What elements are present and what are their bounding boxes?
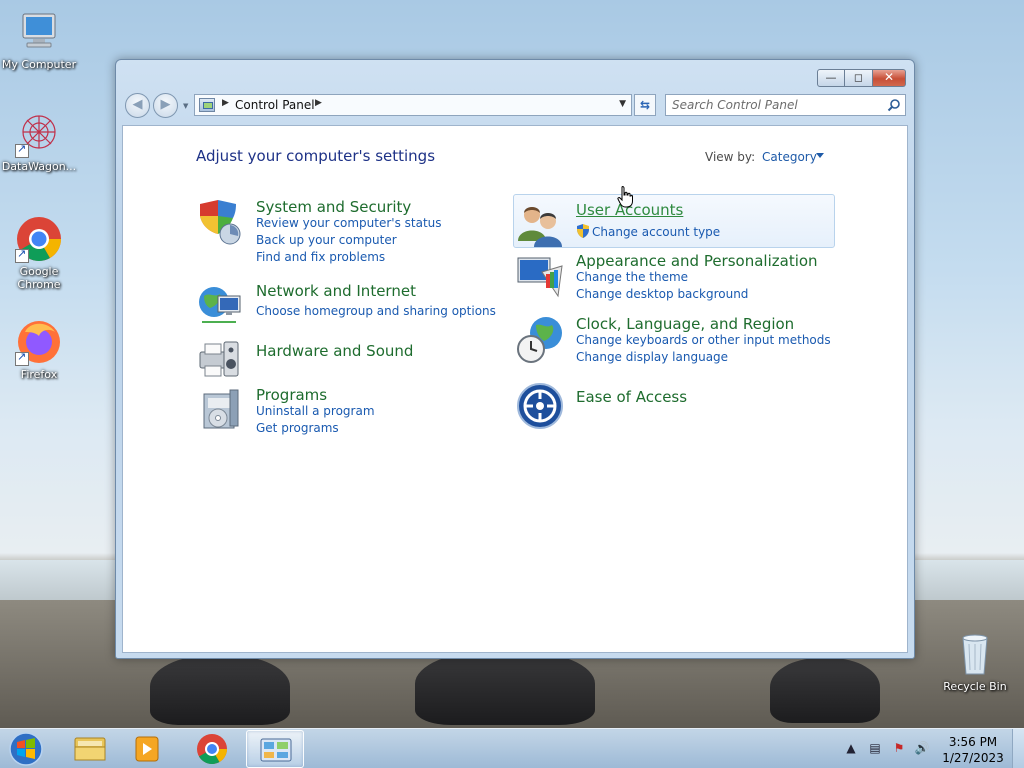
appearance-icon[interactable] (516, 252, 564, 300)
taskbar: ▲ ▤ ⚑ 🔊 3:56 PM 1/27/2023 (0, 728, 1024, 768)
view-by-label: View by: (705, 150, 756, 164)
link-find-fix-problems[interactable]: Find and fix problems (256, 250, 385, 264)
shortcut-arrow-icon (15, 142, 29, 158)
link-change-desktop-background[interactable]: Change desktop background (576, 287, 748, 301)
recycle-bin-icon (951, 630, 999, 678)
clock-globe-icon[interactable] (516, 315, 564, 363)
start-button[interactable] (6, 731, 46, 767)
link-review-status[interactable]: Review your computer's status (256, 216, 442, 230)
clock-date: 1/27/2023 (942, 751, 1004, 765)
link-homegroup-sharing[interactable]: Choose homegroup and sharing options (256, 304, 496, 318)
category-title[interactable]: System and Security (256, 198, 411, 216)
view-by-chevron-icon[interactable] (816, 153, 824, 158)
search-input[interactable]: Search Control Panel (672, 98, 798, 112)
content-pane: Adjust your computer's settings View by:… (122, 125, 908, 653)
shield-icon[interactable] (196, 198, 244, 246)
chrome-icon (15, 215, 63, 263)
desktop-icon-label: My Computer (1, 58, 77, 71)
hand-cursor-icon (617, 186, 633, 208)
control-panel-icon (199, 98, 215, 112)
firefox-icon (15, 318, 63, 366)
breadcrumb-separator-icon[interactable]: ▶ (315, 98, 322, 108)
breadcrumb-separator-icon[interactable]: ▶ (222, 98, 229, 108)
volume-icon[interactable]: 🔊 (914, 741, 930, 757)
forward-button[interactable]: ▶ (153, 93, 178, 118)
media-player-icon (135, 736, 159, 762)
show-desktop-button[interactable] (1012, 729, 1024, 768)
close-icon: ✕ (883, 70, 895, 84)
shortcut-arrow-icon (15, 350, 29, 366)
maximize-icon: ◻ (853, 71, 864, 84)
back-button[interactable]: ◀ (125, 93, 150, 118)
shortcut-arrow-icon (15, 247, 29, 263)
control-panel-window[interactable]: — ◻ ✕ ◀ ▶ ▼ ▶ Control Panel ▶ ▼ ⇆ Search… (115, 59, 915, 659)
wallpaper-penguin (770, 658, 880, 723)
ease-of-access-icon[interactable] (516, 382, 564, 430)
desktop-icon-recycle-bin[interactable]: Recycle Bin (936, 630, 1014, 693)
minimize-icon: — (825, 71, 837, 84)
desktop-icon-google-chrome[interactable]: Google Chrome (0, 215, 78, 291)
refresh-button[interactable]: ⇆ (634, 94, 656, 116)
caption-buttons: — ◻ ✕ (817, 69, 906, 87)
desktop-icon-label: Firefox (20, 368, 58, 381)
chrome-icon (197, 734, 227, 765)
computer-icon (15, 8, 63, 56)
clock-time: 3:56 PM (948, 735, 998, 749)
control-panel-icon (260, 738, 292, 762)
link-get-programs[interactable]: Get programs (256, 421, 339, 435)
link-change-display-language[interactable]: Change display language (576, 350, 728, 364)
uac-shield-icon (577, 224, 589, 238)
desktop-icon-my-computer[interactable]: My Computer (0, 8, 78, 71)
address-dropdown-icon[interactable]: ▼ (619, 99, 626, 109)
link-uninstall-program[interactable]: Uninstall a program (256, 404, 375, 418)
forward-arrow-icon: ▶ (160, 97, 171, 112)
show-hidden-icons-button[interactable]: ▲ (843, 741, 859, 757)
breadcrumb-control-panel[interactable]: Control Panel (235, 98, 315, 112)
link-change-account-type[interactable]: Change account type (592, 225, 720, 239)
desktop-icon-label: Google Chrome (17, 265, 61, 291)
taskbar-control-panel[interactable] (246, 730, 304, 768)
action-center-flag-icon[interactable]: ⚑ (891, 741, 907, 757)
close-button[interactable]: ✕ (873, 69, 906, 87)
maximize-button[interactable]: ◻ (845, 69, 873, 87)
back-arrow-icon: ◀ (132, 97, 143, 112)
desktop-icon-label: Recycle Bin (943, 680, 1007, 693)
category-title[interactable]: Ease of Access (576, 388, 687, 406)
user-accounts-icon[interactable] (516, 201, 564, 249)
taskbar-media-player[interactable] (118, 730, 176, 768)
category-title[interactable]: Programs (256, 386, 327, 404)
network-globe-icon[interactable] (196, 282, 244, 330)
address-bar[interactable]: ▶ Control Panel ▶ ▼ (194, 94, 632, 116)
search-box[interactable]: Search Control Panel (665, 94, 906, 116)
system-clock[interactable]: 3:56 PM 1/27/2023 (940, 734, 1006, 766)
view-by-dropdown[interactable]: Category (762, 150, 817, 164)
network-tray-icon[interactable]: ▤ (867, 741, 883, 757)
category-title[interactable]: Clock, Language, and Region (576, 315, 794, 333)
taskbar-windows-explorer[interactable] (60, 730, 118, 768)
search-icon[interactable] (887, 98, 901, 112)
minimize-button[interactable]: — (817, 69, 845, 87)
datawagon-icon (15, 110, 63, 158)
category-title[interactable]: Network and Internet (256, 282, 416, 300)
page-title: Adjust your computer's settings (196, 147, 436, 165)
desktop-icon-label: DataWagon... (1, 160, 77, 173)
taskbar-google-chrome[interactable] (183, 730, 241, 768)
wallpaper-penguin (150, 655, 290, 725)
category-title[interactable]: Appearance and Personalization (576, 252, 818, 270)
folder-icon (74, 737, 106, 761)
link-change-keyboards[interactable]: Change keyboards or other input methods (576, 333, 831, 347)
wallpaper-penguin (415, 650, 595, 725)
printer-speaker-icon[interactable] (196, 336, 244, 384)
link-back-up[interactable]: Back up your computer (256, 233, 397, 247)
refresh-icon: ⇆ (639, 98, 651, 112)
desktop-icon-firefox[interactable]: Firefox (0, 318, 78, 381)
desktop-icon-datawagon[interactable]: DataWagon... (0, 110, 78, 173)
category-title[interactable]: Hardware and Sound (256, 342, 413, 360)
programs-box-icon[interactable] (196, 386, 244, 434)
recent-pages-dropdown[interactable]: ▼ (183, 102, 188, 110)
link-change-theme[interactable]: Change the theme (576, 270, 688, 284)
